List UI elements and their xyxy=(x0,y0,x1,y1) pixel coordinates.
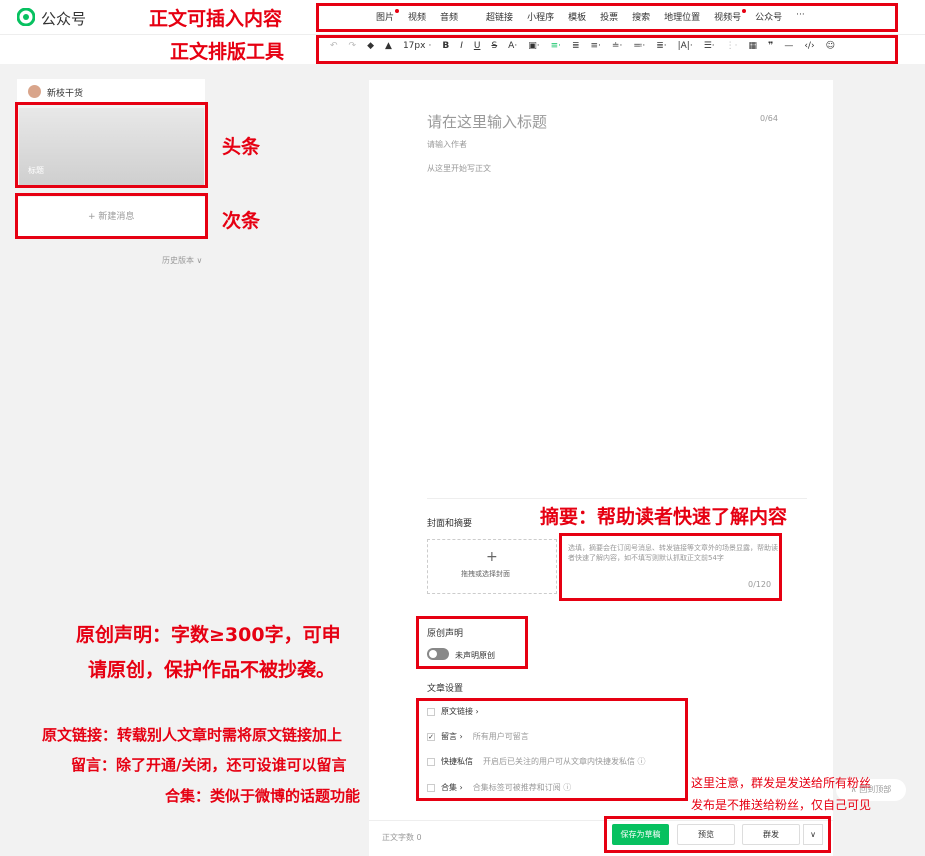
title-input[interactable]: 请在这里输入标题 xyxy=(427,111,547,132)
abstract-annotation: 摘要：帮助读者快速了解内容 xyxy=(540,506,788,528)
divider xyxy=(427,498,807,499)
secondary-highlight xyxy=(15,193,208,239)
word-count: 正文字数 0 xyxy=(382,833,422,842)
history-version-link[interactable]: 历史版本 ∨ xyxy=(162,255,202,266)
original-annotation-line1: 原创声明：字数≥300字，可申 xyxy=(76,624,341,646)
cover-upload[interactable] xyxy=(427,539,557,594)
link-annotation: 原文链接：转载别人文章时需将原文链接加上 xyxy=(42,726,343,744)
original-annotation-line2: 请原创，保护作品不被抄袭。 xyxy=(88,659,336,681)
chevron-down-icon: ∨ xyxy=(196,256,203,265)
account-name: 新枝干货 xyxy=(47,89,84,99)
body-editor[interactable]: 从这里开始写正文 xyxy=(427,163,491,174)
account-card xyxy=(17,79,205,104)
original-highlight xyxy=(416,616,528,669)
collection-annotation: 合集：类似于微博的话题功能 xyxy=(165,787,361,805)
settings-section-title: 文章设置 xyxy=(427,684,464,694)
headline-highlight xyxy=(15,102,208,188)
insert-toolbar-highlight xyxy=(316,3,898,32)
publish-annotation-line2: 发布是不推送给粉丝，仅自己可见 xyxy=(691,798,872,812)
insert-annotation: 正文可插入内容 xyxy=(149,8,283,30)
wechat-logo-icon xyxy=(17,8,35,26)
comment-annotation: 留言：除了开通/关闭，还可设谁可以留言 xyxy=(71,756,347,774)
app-title: 公众号 xyxy=(41,10,87,28)
secondary-annotation: 次条 xyxy=(222,210,261,232)
plus-icon: + xyxy=(486,549,498,565)
settings-highlight xyxy=(416,698,688,801)
history-label: 历史版本 xyxy=(162,256,194,265)
author-input[interactable]: 请输入作者 xyxy=(427,139,467,150)
actions-highlight xyxy=(604,816,831,853)
cover-hint: 拖拽或选择封面 xyxy=(461,570,510,578)
headline-annotation: 头条 xyxy=(222,136,261,158)
publish-annotation-line1: 这里注意，群发是发送给所有粉丝 xyxy=(691,776,872,790)
abstract-highlight xyxy=(559,533,782,601)
format-toolbar-highlight xyxy=(316,35,898,64)
format-annotation: 正文排版工具 xyxy=(170,41,285,63)
cover-section-title: 封面和摘要 xyxy=(427,519,473,529)
avatar xyxy=(28,85,41,98)
title-count: 0/64 xyxy=(760,114,778,123)
